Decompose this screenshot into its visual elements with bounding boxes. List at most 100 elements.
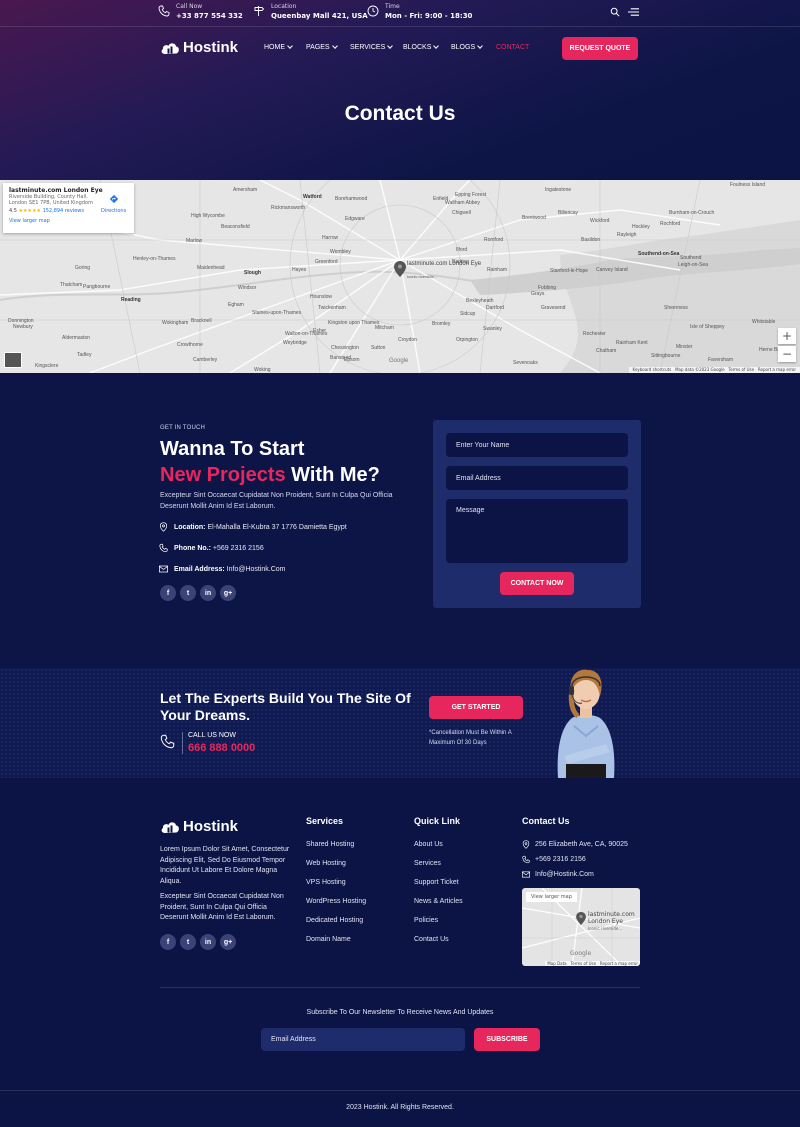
nav-blogs-label: BLOGS — [451, 44, 476, 51]
topbar-location[interactable]: Location Queenbay Mall 421, USA — [253, 3, 368, 21]
phone-value[interactable]: +569 2316 2156 — [213, 545, 264, 552]
map-place: Greenford — [315, 259, 338, 265]
map-pin-label: lastminute.com London Eye — [407, 261, 482, 267]
map-place: Walton-on-Thames — [285, 331, 328, 337]
map-place: Brentwood — [522, 215, 546, 221]
map-place: Rochester — [583, 331, 606, 337]
signpost-icon — [254, 6, 265, 16]
footer-link-policies[interactable]: Policies — [414, 917, 438, 924]
map-place: Southend-on-Sea — [638, 251, 680, 257]
nav-blocks[interactable]: BLOCKS — [403, 43, 440, 51]
footer-email-text: Info@Hostink.Com — [535, 871, 594, 878]
email-value[interactable]: Info@Hostink.Com — [227, 566, 286, 573]
call-value: +33 877 554 332 — [176, 12, 243, 20]
map-place: Hockley — [632, 224, 650, 230]
site-footer: Hostink Lorem Ipsum Dolor Sit Amet, Cons… — [0, 778, 800, 1127]
message-textarea[interactable]: Message — [446, 499, 628, 563]
map-pin-icon[interactable] — [394, 261, 406, 277]
footer-link-dedicated-hosting[interactable]: Dedicated Hosting — [306, 917, 363, 924]
footer-link-support-ticket[interactable]: Support Ticket — [414, 879, 459, 886]
mini-map-view-larger[interactable]: View larger map — [526, 892, 577, 902]
directions-button[interactable]: Directions — [101, 189, 126, 214]
cta-title-line1: Let The Experts Build You The Site Of — [160, 690, 411, 706]
phone-icon — [158, 5, 170, 17]
map-place: Chigwell — [452, 210, 471, 216]
footer-link-news-articles[interactable]: News & Articles — [414, 898, 463, 905]
request-quote-button[interactable]: REQUEST QUOTE — [562, 37, 638, 60]
footer-link-about-us[interactable]: About Us — [414, 841, 443, 848]
contact-section — [0, 373, 800, 668]
linkedin-icon[interactable]: in — [200, 585, 216, 601]
get-started-button[interactable]: GET STARTED — [429, 696, 523, 719]
footer-email[interactable]: Info@Hostink.Com — [522, 870, 594, 879]
footer-link-shared-hosting[interactable]: Shared Hosting — [306, 841, 354, 848]
footer-link-wordpress-hosting[interactable]: WordPress Hosting — [306, 898, 366, 905]
brand-logo[interactable]: Hostink — [160, 39, 238, 56]
brand-name: Hostink — [183, 39, 239, 56]
google-map[interactable]: Amersham Watford Borehamwood Enfield Wal… — [0, 180, 800, 373]
map-place: Basildon — [581, 237, 601, 243]
get-in-touch-eyebrow: GET IN TOUCH — [160, 425, 206, 431]
nav-pages[interactable]: PAGES — [306, 43, 338, 51]
footer-link-contact-us[interactable]: Contact Us — [414, 936, 449, 943]
map-type-toggle[interactable] — [4, 352, 22, 368]
call-us-number[interactable]: 666 888 0000 — [188, 742, 255, 754]
subscribe-button[interactable]: SUBSCRIBE — [474, 1028, 540, 1051]
linkedin-icon[interactable]: in — [200, 934, 216, 950]
google-plus-icon[interactable]: g+ — [220, 934, 236, 950]
rating-value: 4.5 — [9, 208, 17, 214]
cta-title-line2: Your Dreams. — [160, 707, 250, 723]
main-nav: Hostink HOME PAGES SERVICES BLOCKS BLOGS… — [0, 27, 800, 71]
contact-heading-line2: New Projects With Me? — [160, 462, 380, 488]
copyright-divider — [0, 1090, 800, 1091]
contact-form: Enter Your Name Email Address Message CO… — [433, 420, 641, 608]
map-place: Tadley — [77, 352, 92, 358]
contact-heading-line1: Wanna To Start — [160, 438, 305, 460]
topbar-time: Time Mon - Fri: 9:00 - 18:30 — [367, 3, 472, 21]
menu-icon[interactable] — [628, 7, 639, 17]
newsletter-email-input[interactable]: Email Address — [261, 1028, 465, 1051]
topbar-call[interactable]: Call Now +33 877 554 332 — [158, 3, 243, 21]
nav-home[interactable]: HOME — [264, 43, 293, 51]
footer-phone[interactable]: +569 2316 2156 — [522, 855, 586, 864]
footer-link-vps-hosting[interactable]: VPS Hosting — [306, 879, 346, 886]
map-place: Burnham-on-Crouch — [669, 210, 715, 216]
nav-contact-label: CONTACT — [496, 44, 530, 51]
map-place: Faversham — [708, 357, 734, 363]
google-plus-icon[interactable]: g+ — [220, 585, 236, 601]
map-place: Reading — [121, 297, 141, 303]
footer-link-web-hosting[interactable]: Web Hosting — [306, 860, 346, 867]
twitter-icon[interactable]: t — [180, 585, 196, 601]
map-place: Watford — [303, 194, 322, 200]
email-input[interactable]: Email Address — [446, 466, 628, 490]
nav-contact[interactable]: CONTACT — [496, 44, 529, 51]
zoom-out-button[interactable]: − — [778, 346, 796, 362]
view-larger-map-link[interactable]: View larger map — [9, 218, 128, 224]
zoom-in-button[interactable]: + — [778, 328, 796, 344]
search-icon[interactable] — [610, 7, 620, 17]
chevron-down-icon — [433, 43, 440, 49]
footer-logo[interactable]: Hostink — [160, 818, 238, 835]
footer-address-text: 256 Elizabeth Ave, CA, 90025 — [535, 841, 628, 848]
map-place: Bracknell — [191, 318, 212, 324]
footer-link-services[interactable]: Services — [414, 860, 441, 867]
footer-divider — [160, 987, 640, 988]
call-us-label: CALL US NOW — [188, 732, 236, 739]
facebook-icon[interactable]: f — [160, 934, 176, 950]
map-place: Amersham — [233, 187, 258, 193]
facebook-icon[interactable]: f — [160, 585, 176, 601]
contact-now-button[interactable]: CONTACT NOW — [500, 572, 574, 595]
directions-icon — [109, 194, 118, 204]
map-place: Aldermaston — [62, 335, 91, 341]
contact-phone: Phone No.: +569 2316 2156 — [159, 543, 264, 553]
rating-reviews-link[interactable]: 152,894 reviews — [43, 208, 84, 214]
map-place: Isle of Sheppey — [690, 324, 725, 330]
footer-mini-map[interactable]: View larger map lastminute.com London Ey… — [522, 888, 640, 966]
footer-link-domain-name[interactable]: Domain Name — [306, 936, 351, 943]
map-place: Rochford — [660, 221, 681, 227]
nav-services[interactable]: SERVICES — [350, 43, 394, 51]
nav-blogs[interactable]: BLOGS — [451, 43, 483, 51]
name-input[interactable]: Enter Your Name — [446, 433, 628, 457]
phone-call-icon — [160, 734, 175, 749]
twitter-icon[interactable]: t — [180, 934, 196, 950]
